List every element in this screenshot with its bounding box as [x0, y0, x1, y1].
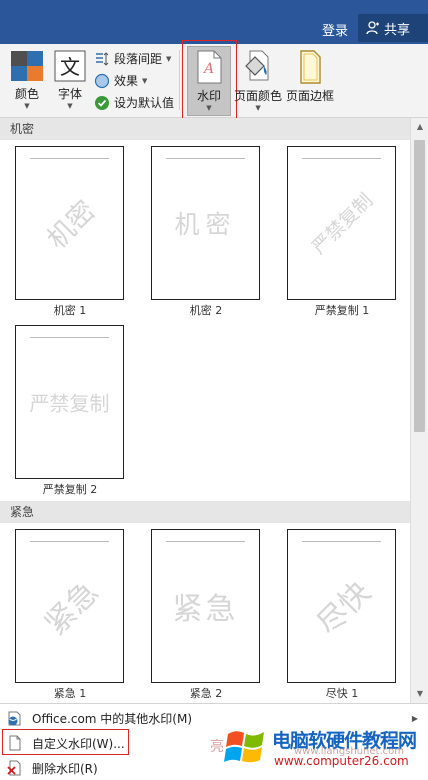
login-link[interactable]: 登录: [322, 20, 348, 39]
title-bar: 登录 共享: [0, 0, 428, 44]
chevron-down-icon: ▼: [67, 102, 73, 110]
watermark-text: 机密: [41, 195, 102, 256]
paint-bucket-icon: [245, 50, 269, 81]
watermark-thumb-urgent-1[interactable]: 紧急: [15, 529, 124, 683]
section-header-confidential: 机密: [0, 118, 410, 140]
watermark-label: 机密 2: [189, 304, 223, 317]
more-watermarks-label: Office.com 中的其他水印(M): [32, 711, 193, 726]
windows-logo-icon: [224, 731, 264, 763]
chevron-down-icon: ▼: [166, 54, 172, 63]
watermark-thumb-asap-1[interactable]: 尽快: [287, 529, 396, 683]
svg-text:文: 文: [60, 55, 80, 79]
watermark-label: 严禁复制 1: [314, 304, 370, 317]
set-default-button[interactable]: 设为默认值: [94, 94, 174, 111]
design-ribbon: 颜色 ▼ 文 字体 ▼ 段落间距 ▼ 效果 ▼ 设为默认值 A 水印 ▼ 页面颜…: [0, 40, 428, 120]
watermark-thumb-do-not-copy-2[interactable]: 严禁复制: [15, 325, 124, 479]
watermark-label: 紧急 1: [53, 687, 87, 700]
person-icon: [366, 21, 379, 35]
effects-label: 效果: [114, 74, 139, 88]
scroll-down-arrow-icon[interactable]: ▼: [411, 687, 428, 701]
check-circle-icon: [95, 95, 109, 110]
ribbon-divider: [179, 50, 180, 110]
page-borders-button[interactable]: 页面边框: [286, 50, 334, 104]
share-label: 共享: [384, 22, 411, 38]
share-button[interactable]: 共享: [358, 14, 428, 42]
header-line: [166, 541, 245, 542]
gallery-scrollbar[interactable]: ▲ ▼: [410, 118, 428, 703]
set-default-label: 设为默认值: [114, 96, 175, 110]
watermark-thumb-do-not-copy-1[interactable]: 严禁复制: [287, 146, 396, 300]
watermark-text: 紧急: [172, 592, 239, 627]
header-line: [30, 158, 109, 159]
header-line: [302, 541, 381, 542]
chevron-down-icon: ▼: [24, 102, 30, 110]
watermark-thumb-urgent-2[interactable]: 紧急: [151, 529, 260, 683]
watermark-text: 机密: [174, 210, 237, 239]
office-online-icon: [8, 711, 21, 726]
fonts-label: 字体: [57, 87, 82, 101]
watermark-text: 紧急: [38, 574, 106, 643]
chevron-down-icon: ▼: [142, 76, 148, 85]
scroll-thumb[interactable]: [414, 140, 425, 432]
delete-document-icon: [7, 760, 21, 776]
watermark-highlight-box: [182, 40, 237, 120]
site-url: www.computer26.com: [274, 754, 409, 768]
effects-icon: [94, 73, 110, 88]
section-header-urgent: 紧急: [0, 501, 410, 523]
header-line: [166, 158, 245, 159]
watermark-label: 严禁复制 2: [42, 483, 98, 496]
effects-button[interactable]: 效果 ▼: [94, 72, 147, 89]
paragraph-spacing-button[interactable]: 段落间距 ▼: [94, 50, 171, 67]
watermark-label: 尽快 1: [325, 687, 359, 700]
page-color-button[interactable]: 页面颜色 ▼: [234, 50, 282, 112]
colors-label: 颜色: [14, 87, 39, 101]
watermark-text: 尽快: [310, 574, 378, 643]
header-line: [30, 337, 109, 338]
colors-button[interactable]: 颜色 ▼: [10, 50, 44, 110]
page-borders-label: 页面边框: [286, 89, 335, 103]
watermark-thumb-confidential-2[interactable]: 机密: [151, 146, 260, 300]
watermark-gallery: 机密 机密 机密 1 机密 机密 2 严禁复制 严禁复制 1 严禁复制 严禁复制…: [0, 118, 410, 703]
fonts-button[interactable]: 文 字体 ▼: [54, 50, 86, 110]
remove-watermark-label: 删除水印(R): [32, 761, 98, 776]
overlay-text: 亮: [210, 739, 224, 755]
page-borders-icon: [300, 50, 321, 84]
page-color-label: 页面颜色: [234, 89, 283, 103]
paragraph-spacing-label: 段落间距: [114, 52, 163, 66]
header-line: [302, 158, 381, 159]
watermark-thumb-confidential-1[interactable]: 机密: [15, 146, 124, 300]
watermark-label: 紧急 2: [189, 687, 223, 700]
watermark-text: 严禁复制: [307, 189, 378, 259]
colors-icon: [11, 51, 43, 81]
scroll-up-arrow-icon[interactable]: ▲: [411, 120, 428, 134]
chevron-right-icon: ▶: [411, 713, 418, 723]
paragraph-spacing-icon: [96, 51, 109, 66]
chevron-down-icon: ▼: [255, 104, 261, 112]
watermark-text: 严禁复制: [29, 391, 110, 416]
watermark-label: 机密 1: [53, 304, 87, 317]
site-watermark: 亮 电脑软硬件教程网 www.liangshunet.com www.compu…: [210, 724, 428, 780]
header-line: [30, 541, 109, 542]
custom-watermark-highlight-box: [2, 729, 129, 755]
fonts-icon: 文: [54, 50, 86, 82]
